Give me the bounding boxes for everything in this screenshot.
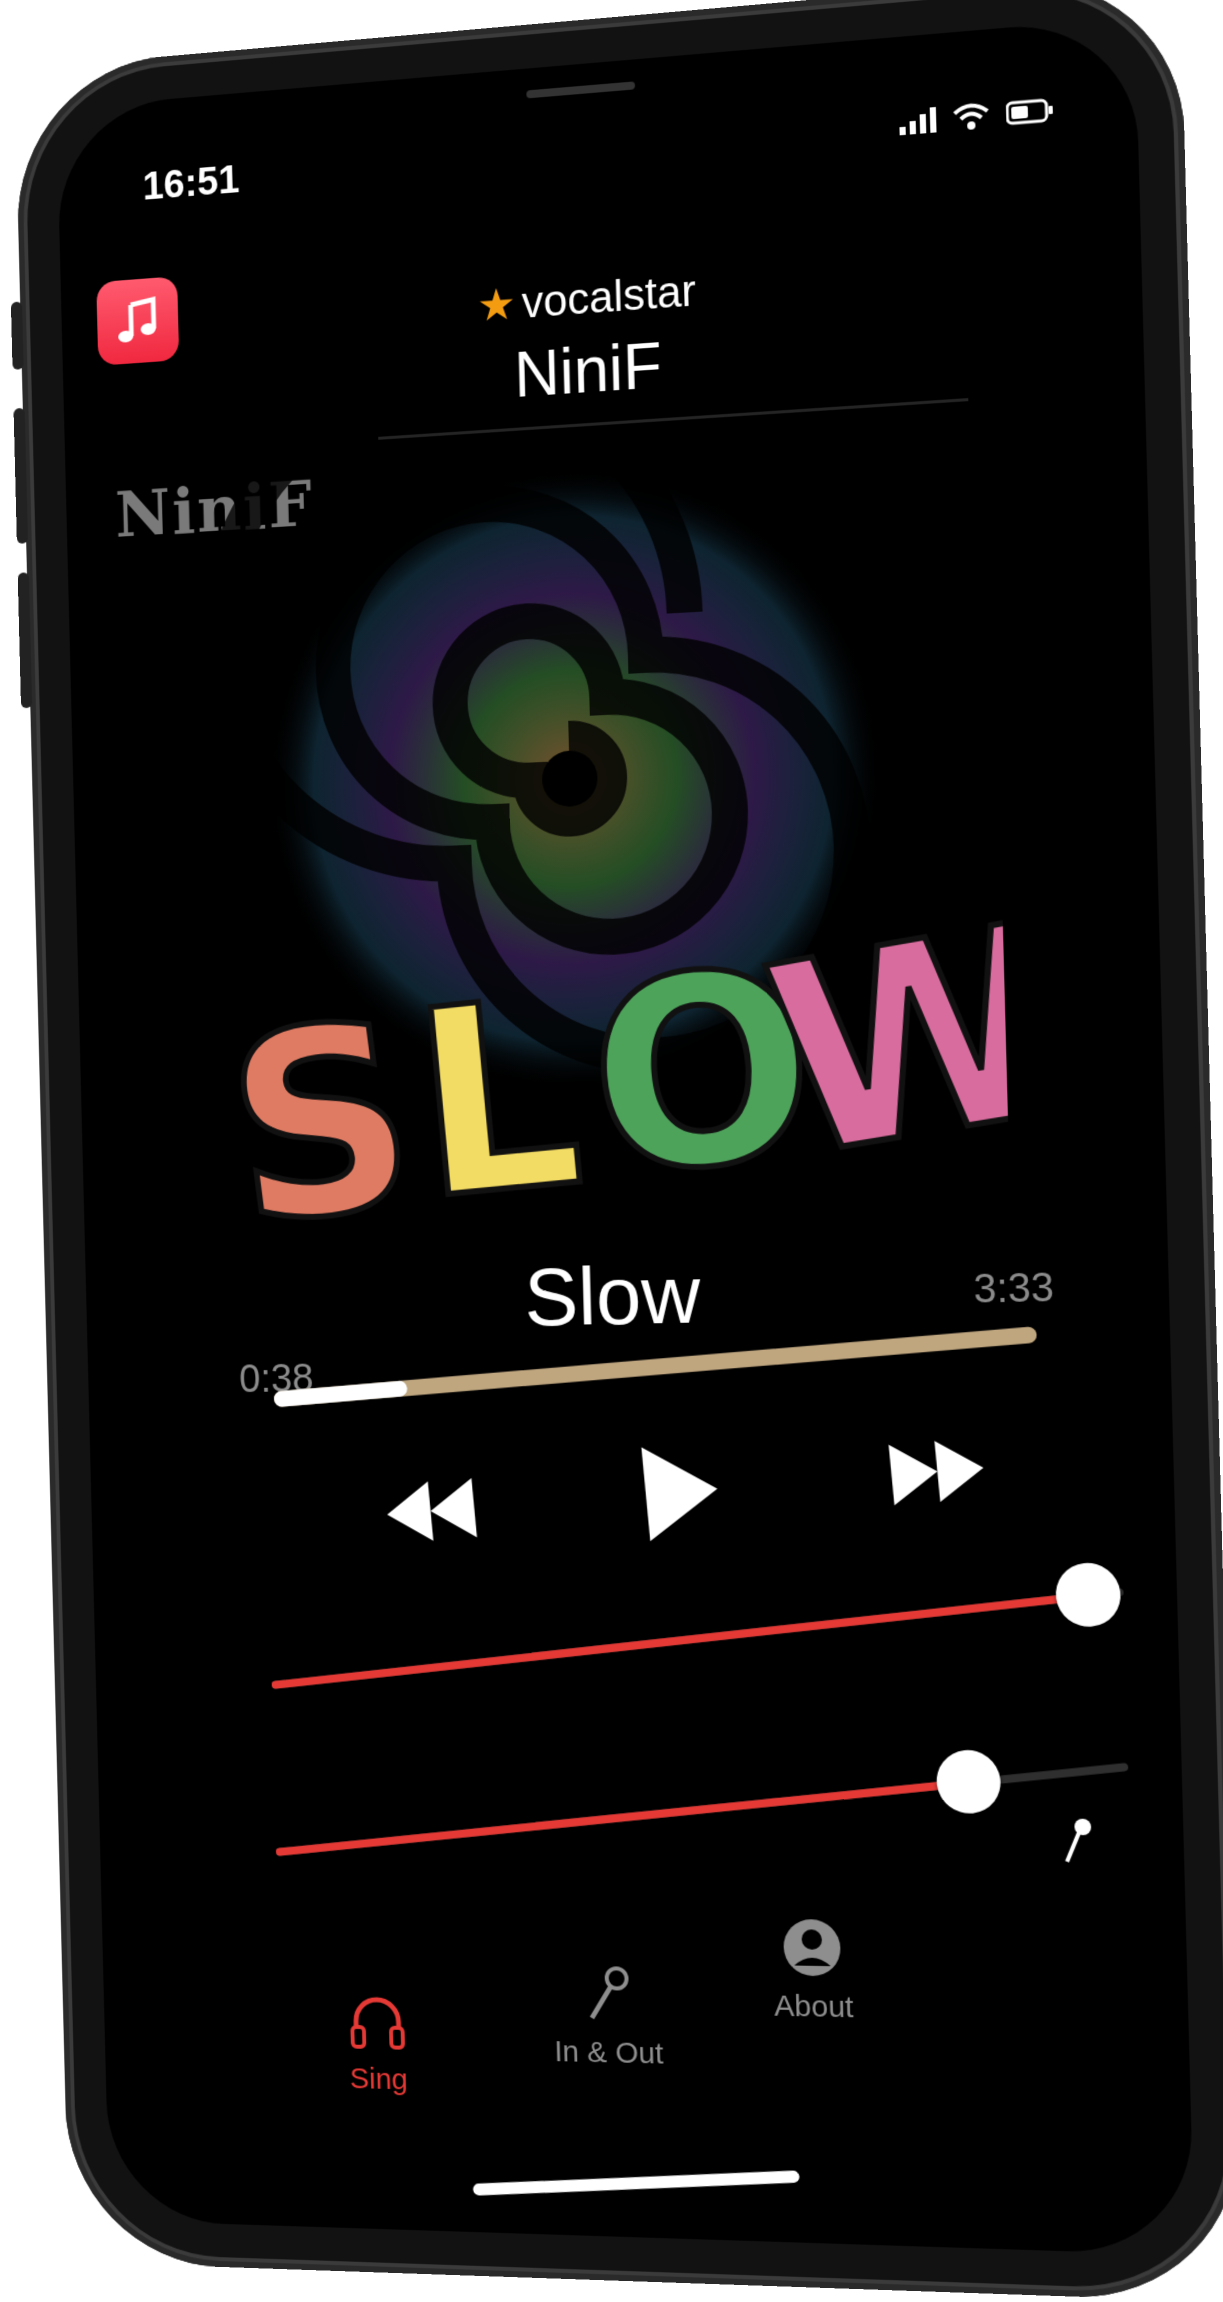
mute-switch [11,301,24,369]
music-slider-fill [271,1592,1088,1689]
tab-label-sing: Sing [349,2062,408,2097]
volume-up-button [14,408,29,544]
vocal-slider-fill [276,1779,970,1856]
art-letter-l: L [403,942,593,1258]
album-artwork: S L O W [152,422,1012,1285]
music-volume-slider[interactable] [271,1588,1124,1689]
status-icons [899,95,1054,136]
microphone-icon [575,1962,640,2027]
fast-forward-icon[interactable] [877,1426,997,1516]
tab-label-about: About [774,1989,854,2025]
tab-bar: Sing In & Out About [101,1870,1195,2256]
microphone-level-icon [1060,1816,1097,1866]
tab-in-out[interactable]: In & Out [552,1961,664,2071]
rewind-icon[interactable] [374,1467,488,1554]
playback-controls [372,1406,1000,1574]
play-icon[interactable] [631,1433,731,1550]
battery-icon [1006,96,1054,126]
star-icon: ★ [477,280,517,331]
music-slider-thumb[interactable] [1051,1560,1124,1630]
tab-label-in-out: In & Out [554,2035,664,2071]
art-letter-s: S [214,964,430,1284]
speaker-notch [526,81,635,98]
person-circle-icon [779,1915,845,1981]
wifi-icon [952,101,990,132]
volume-down-button [18,572,33,708]
vocal-slider-thumb[interactable] [933,1747,1005,1816]
total-time: 3:33 [973,1265,1055,1312]
signal-icon [899,106,937,135]
tab-about[interactable]: About [772,1915,854,2026]
vocal-volume-slider[interactable] [276,1763,1129,1856]
tab-sing[interactable]: Sing [346,1989,411,2097]
status-time: 16:51 [142,158,240,210]
headphones-icon [346,1989,409,2054]
screen: 16:51 ★ vocalstar NiniF NiniF S L O W Sl… [56,17,1194,2256]
brand-name: vocalstar [521,266,697,328]
home-indicator[interactable] [473,2170,800,2195]
phone-frame: 16:51 ★ vocalstar NiniF NiniF S L O W Sl… [14,0,1223,2302]
